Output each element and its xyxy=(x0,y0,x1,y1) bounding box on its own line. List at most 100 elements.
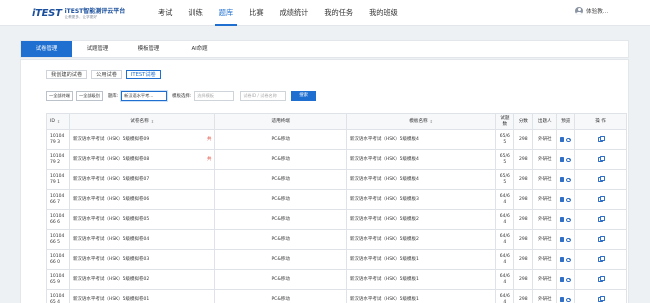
copy-icon[interactable] xyxy=(598,276,606,282)
cell-name[interactable]: 新汉语水平考试（HSK）5级模拟卷08 xyxy=(73,157,149,163)
table-header: ID ⇕ 试卷名称 ⇕ 适用终端 模板名称 ⇕ 试题数 分数 出题人 预览 操 作 xyxy=(47,114,626,130)
cell-score: 298 xyxy=(514,270,534,289)
cell-publisher: 外研社 xyxy=(533,270,558,289)
copy-icon[interactable] xyxy=(598,136,606,142)
cell-name[interactable]: 新汉语水平考试（HSK）5级模拟卷09 xyxy=(73,137,149,143)
cell-score: 298 xyxy=(514,210,534,229)
sub-tabs: 试卷管理 试题管理 模板管理 AI命题 xyxy=(20,40,629,58)
scope-my-papers[interactable]: 我创建的试卷 xyxy=(46,70,88,79)
eye-icon[interactable] xyxy=(566,237,572,242)
sort-icon[interactable]: ⇕ xyxy=(57,119,60,125)
eye-icon[interactable] xyxy=(566,297,572,302)
nav-item-my-classes[interactable]: 我的班级 xyxy=(361,0,406,26)
copy-icon[interactable] xyxy=(598,176,606,182)
table-row[interactable]: 1010465 4 新汉语水平考试（HSK）5级模拟卷01 PC&移动 新汉语水平考试… xyxy=(47,290,626,303)
nav-item-my-tasks[interactable]: 我的任务 xyxy=(316,0,361,26)
eye-icon[interactable] xyxy=(566,257,572,262)
copy-icon[interactable] xyxy=(598,236,606,242)
cell-count: 64/6 4 xyxy=(496,250,515,269)
book-icon[interactable] xyxy=(560,277,565,282)
book-icon[interactable] xyxy=(560,257,565,262)
copy-icon[interactable] xyxy=(598,296,606,302)
book-icon[interactable] xyxy=(560,297,565,302)
book-icon[interactable] xyxy=(560,177,565,182)
cell-template: 新汉语水平考试（HSK）5级模板2 xyxy=(347,230,497,249)
cell-terminal: PC&移动 xyxy=(215,150,347,169)
user-menu[interactable]: 体验教... xyxy=(575,7,608,15)
table-body: 1010479 3 新汉语水平考试（HSK）5级模拟卷09 共 PC&移动 新汉语水平考… xyxy=(47,130,626,303)
table-row[interactable]: 1010465 9 新汉语水平考试（HSK）5级模拟卷02 PC&移动 新汉语水平考试… xyxy=(47,270,626,290)
terminal-select[interactable]: 一全部终端 xyxy=(46,91,73,101)
search-button[interactable]: 搜索 xyxy=(291,91,317,101)
cell-publisher: 外研社 xyxy=(533,130,558,149)
logo[interactable]: iTEST iTEST智能测评云平台 让教更多，让学更好 xyxy=(32,5,125,22)
logo-subtitle: 让教更多，让学更好 xyxy=(64,14,97,19)
nav-item-training[interactable]: 训练 xyxy=(180,0,210,26)
cell-id: 1010465 9 xyxy=(47,270,70,289)
tab-ai-question[interactable]: AI命题 xyxy=(174,41,225,57)
book-icon[interactable] xyxy=(560,137,565,142)
content-panel: 我创建的试卷 公用试卷 ITEST试卷 一全部终端 一全部级别 题库: 新汉语水… xyxy=(20,59,629,303)
cell-name[interactable]: 新汉语水平考试（HSK）5级模拟卷01 xyxy=(73,297,149,303)
top-navbar: iTEST iTEST智能测评云平台 让教更多，让学更好 考试 训练 题库 比赛… xyxy=(0,0,650,26)
eye-icon[interactable] xyxy=(566,177,572,182)
eye-icon[interactable] xyxy=(566,277,572,282)
copy-icon[interactable] xyxy=(598,196,606,202)
cell-score: 298 xyxy=(514,190,534,209)
cell-template: 新汉语水平考试（HSK）5级模板4 xyxy=(347,170,497,189)
eye-icon[interactable] xyxy=(566,157,572,162)
eye-icon[interactable] xyxy=(566,137,572,142)
nav-item-score-stats[interactable]: 成绩统计 xyxy=(272,0,317,26)
table-row[interactable]: 1010466 6 新汉语水平考试（HSK）5级模拟卷05 PC&移动 新汉语水平考试… xyxy=(47,210,626,230)
eye-icon[interactable] xyxy=(566,217,572,222)
copy-icon[interactable] xyxy=(598,216,606,222)
cell-terminal: PC&移动 xyxy=(215,290,347,303)
cell-name[interactable]: 新汉语水平考试（HSK）5级模拟卷05 xyxy=(73,217,149,223)
sort-icon[interactable]: ⇕ xyxy=(430,119,433,125)
book-icon[interactable] xyxy=(560,217,565,222)
cell-id: 1010479 1 xyxy=(47,170,70,189)
book-icon[interactable] xyxy=(560,157,565,162)
cell-name[interactable]: 新汉语水平考试（HSK）5级模拟卷03 xyxy=(73,257,149,263)
table-row[interactable]: 1010479 3 新汉语水平考试（HSK）5级模拟卷09 共 PC&移动 新汉语水平考… xyxy=(47,130,626,150)
tab-paper-management[interactable]: 试卷管理 xyxy=(21,41,72,57)
cell-id: 1010466 0 xyxy=(47,250,70,269)
cell-count: 65/6 5 xyxy=(496,170,515,189)
cell-name[interactable]: 新汉语水平考试（HSK）5级模拟卷04 xyxy=(73,237,149,243)
cell-score: 298 xyxy=(514,130,534,149)
copy-icon[interactable] xyxy=(598,256,606,262)
cell-template: 新汉语水平考试（HSK）5级模板4 xyxy=(347,150,497,169)
table-row[interactable]: 1010479 2 新汉语水平考试（HSK）5级模拟卷08 共 PC&移动 新汉语水平考… xyxy=(47,150,626,170)
cell-name[interactable]: 新汉语水平考试（HSK）5级模拟卷07 xyxy=(73,177,149,183)
keyword-input[interactable]: 试卷ID / 试卷名称 xyxy=(240,91,287,101)
shared-tag: 共 xyxy=(207,156,212,162)
cell-count: 65/6 5 xyxy=(496,130,515,149)
bank-select[interactable]: 新汉语水平考... xyxy=(121,91,168,101)
tab-template-management[interactable]: 模板管理 xyxy=(123,41,174,57)
cell-id: 1010465 4 xyxy=(47,290,70,303)
header-ops: 操 作 xyxy=(595,118,606,124)
header-id: ID xyxy=(50,118,55,124)
cell-name[interactable]: 新汉语水平考试（HSK）5级模拟卷06 xyxy=(73,197,149,203)
user-avatar-icon xyxy=(575,7,583,15)
cell-count: 64/6 4 xyxy=(496,270,515,289)
level-select[interactable]: 一全部级别 xyxy=(75,91,103,101)
table-row[interactable]: 1010479 1 新汉语水平考试（HSK）5级模拟卷07 PC&移动 新汉语水平考试… xyxy=(47,170,626,190)
cell-name[interactable]: 新汉语水平考试（HSK）5级模拟卷02 xyxy=(73,277,149,283)
eye-icon[interactable] xyxy=(566,197,572,202)
tab-question-management[interactable]: 试题管理 xyxy=(72,41,123,57)
scope-public-papers[interactable]: 公用试卷 xyxy=(91,70,122,79)
scope-itest-papers[interactable]: ITEST试卷 xyxy=(125,70,161,79)
nav-item-exam[interactable]: 考试 xyxy=(150,0,180,26)
copy-icon[interactable] xyxy=(598,156,606,162)
template-input[interactable]: 选择模板 xyxy=(194,91,235,101)
table-row[interactable]: 1010466 7 新汉语水平考试（HSK）5级模拟卷06 PC&移动 新汉语水平考试… xyxy=(47,190,626,210)
nav-item-competition[interactable]: 比赛 xyxy=(241,0,271,26)
book-icon[interactable] xyxy=(560,197,565,202)
cell-count: 65/6 5 xyxy=(496,150,515,169)
table-row[interactable]: 1010466 5 新汉语水平考试（HSK）5级模拟卷04 PC&移动 新汉语水平考试… xyxy=(47,230,626,250)
table-row[interactable]: 1010466 0 新汉语水平考试（HSK）5级模拟卷03 PC&移动 新汉语水平考试… xyxy=(47,250,626,270)
sort-icon[interactable]: ⇕ xyxy=(151,119,154,125)
nav-item-question-bank[interactable]: 题库 xyxy=(211,0,241,26)
book-icon[interactable] xyxy=(560,237,565,242)
